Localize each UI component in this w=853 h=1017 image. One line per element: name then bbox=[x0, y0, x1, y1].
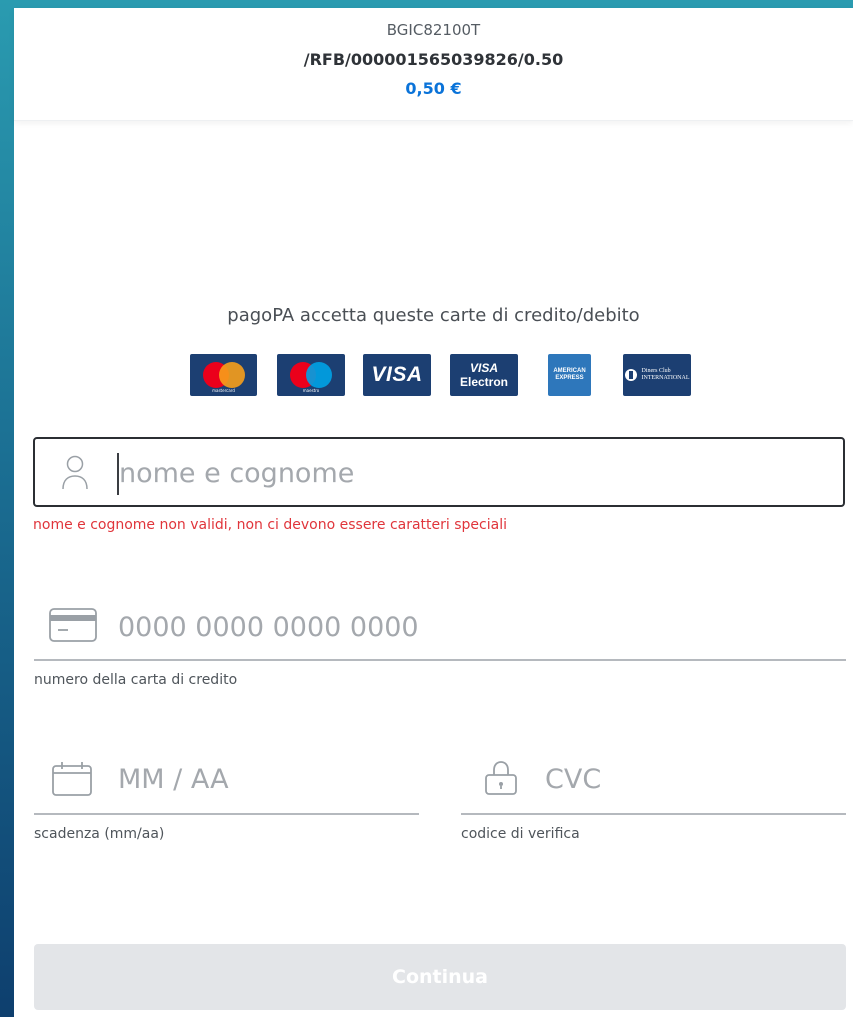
expiry-input[interactable] bbox=[118, 757, 398, 801]
visa-electron-bottom-text: Electron bbox=[459, 375, 508, 389]
payment-summary-header: BGIC82100T /RFB/000001565039826/0.50 0,5… bbox=[14, 8, 853, 121]
user-icon bbox=[60, 455, 90, 495]
visa-electron-logo: VISA Electron bbox=[450, 354, 518, 396]
visa-logo: VISA bbox=[363, 354, 431, 396]
card-number-helper: numero della carta di credito bbox=[34, 672, 238, 688]
name-error-message: nome e cognome non validi, non ci devono… bbox=[33, 517, 507, 533]
amex-bottom-text: EXPRESS bbox=[555, 375, 584, 381]
expiry-underline bbox=[34, 813, 419, 815]
payment-amount: 0,50 € bbox=[405, 79, 462, 98]
name-field[interactable] bbox=[33, 437, 845, 507]
card-number-underline bbox=[34, 659, 846, 661]
credit-card-icon bbox=[49, 608, 97, 646]
cvc-underline bbox=[461, 813, 846, 815]
card-number-input[interactable] bbox=[118, 605, 818, 649]
maestro-logo: maestro bbox=[277, 354, 345, 396]
cvc-helper: codice di verifica bbox=[461, 826, 580, 842]
accepted-cards-title: pagoPA accetta queste carte di credito/d… bbox=[227, 305, 640, 326]
expiry-helper: scadenza (mm/aa) bbox=[34, 826, 165, 842]
diners-top-text: Diners Club bbox=[641, 368, 671, 375]
cvc-input[interactable] bbox=[545, 757, 825, 801]
payee-code: BGIC82100T bbox=[386, 21, 481, 39]
diners-club-logo: Diners Club INTERNATIONAL bbox=[623, 354, 691, 396]
american-express-logo: AMERICAN EXPRESS bbox=[548, 354, 591, 396]
continue-button[interactable]: Continua bbox=[34, 944, 846, 1010]
name-input[interactable] bbox=[119, 451, 819, 495]
mastercard-logo-text: mastercard bbox=[212, 388, 235, 393]
visa-electron-top-text: VISA bbox=[469, 361, 498, 375]
amex-top-text: AMERICAN bbox=[553, 368, 586, 375]
maestro-logo-text: maestro bbox=[302, 388, 320, 393]
payment-panel: BGIC82100T /RFB/000001565039826/0.50 0,5… bbox=[14, 8, 853, 1017]
diners-bottom-text: INTERNATIONAL bbox=[641, 375, 690, 381]
visa-logo-text: VISA bbox=[371, 363, 423, 386]
mastercard-logo: mastercard bbox=[190, 354, 257, 396]
lock-icon bbox=[484, 760, 518, 800]
calendar-icon bbox=[52, 761, 94, 801]
payment-reference: /RFB/000001565039826/0.50 bbox=[303, 50, 564, 69]
